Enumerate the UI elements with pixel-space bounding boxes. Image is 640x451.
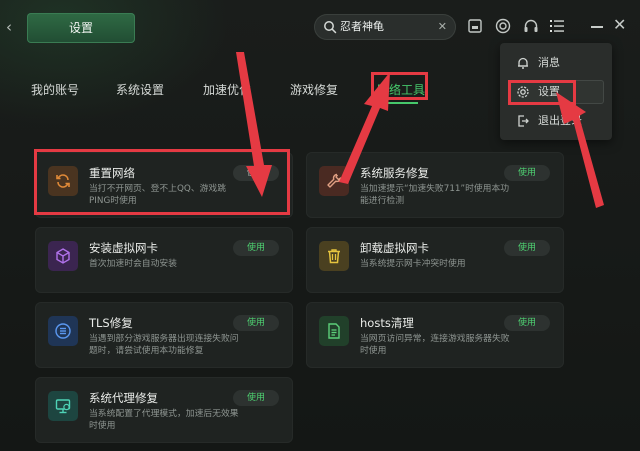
screen-icon[interactable] — [466, 17, 484, 35]
menu-item-label: 退出登录 — [538, 114, 582, 127]
monitor-icon — [48, 391, 78, 421]
tab-game-repair[interactable]: 游戏修复 — [290, 82, 338, 98]
menu-item-logout[interactable]: 退出登录 — [508, 109, 604, 133]
tab-system-settings[interactable]: 系统设置 — [116, 82, 164, 98]
back-button[interactable]: ‹ — [6, 19, 20, 35]
annotation-box-reset-network — [34, 149, 290, 215]
card-description: 当系统提示网卡冲突时使用 — [360, 259, 466, 269]
card-title: TLS修复 — [89, 316, 133, 330]
use-button[interactable]: 使用 — [233, 240, 279, 256]
logout-icon — [518, 115, 529, 127]
search-input[interactable]: 忍者神龟 — [340, 14, 384, 40]
menu-item-label: 消息 — [538, 56, 560, 69]
target-icon[interactable] — [494, 17, 512, 35]
card-hosts-cleanup: hosts清理 当网页访问异常，连接游戏服务器失败时使用 使用 — [306, 302, 564, 368]
card-title: 系统代理修复 — [89, 391, 158, 405]
active-tab-underline — [388, 102, 418, 104]
annotation-box-settings-menu — [508, 80, 576, 105]
card-title: hosts清理 — [360, 316, 414, 330]
card-title: 卸载虚拟网卡 — [360, 241, 429, 255]
tab-my-account[interactable]: 我的账号 — [31, 82, 79, 98]
card-description: 当遇到部分游戏服务器出现连接失败问题时，请尝试使用本功能修复 — [89, 334, 239, 356]
headset-icon[interactable] — [522, 17, 540, 35]
annotation-box-network-tools — [371, 72, 428, 100]
card-install-virtual-nic: 安装虚拟网卡 首次加速时会自动安装 使用 — [35, 227, 293, 293]
clear-search-icon[interactable]: ✕ — [438, 14, 447, 40]
trash-icon — [319, 241, 349, 271]
bell-icon — [518, 57, 528, 69]
tab-acceleration-optimization[interactable]: 加速优化 — [203, 82, 251, 98]
use-button[interactable]: 使用 — [504, 315, 550, 331]
cube-icon — [48, 241, 78, 271]
card-description: 首次加速时会自动安装 — [89, 259, 177, 269]
window-title-tab: 设置 — [27, 13, 135, 43]
document-icon — [319, 316, 349, 346]
close-icon[interactable]: ✕ — [613, 16, 629, 34]
card-title: 系统服务修复 — [360, 166, 429, 180]
card-description: 当系统配置了代理模式，加速后无效果时使用 — [89, 409, 239, 431]
card-system-service-repair: 系统服务修复 当加速提示“加速失败711”时使用本功能进行检测 使用 — [306, 152, 564, 218]
minimize-icon[interactable] — [591, 26, 603, 28]
card-title: 安装虚拟网卡 — [89, 241, 158, 255]
use-button[interactable]: 使用 — [504, 165, 550, 181]
menu-item-messages[interactable]: 消息 — [508, 51, 604, 75]
card-tls-repair: TLS修复 当遇到部分游戏服务器出现连接失败问题时，请尝试使用本功能修复 使用 — [35, 302, 293, 368]
use-button[interactable]: 使用 — [504, 240, 550, 256]
search-icon — [324, 21, 337, 34]
use-button[interactable]: 使用 — [233, 315, 279, 331]
card-uninstall-virtual-nic: 卸载虚拟网卡 当系统提示网卡冲突时使用 使用 — [306, 227, 564, 293]
search-box[interactable]: 忍者神龟 ✕ — [314, 14, 456, 40]
list-icon — [48, 316, 78, 346]
use-button[interactable]: 使用 — [233, 390, 279, 406]
card-description: 当网页访问异常，连接游戏服务器失败时使用 — [360, 334, 510, 356]
wrench-icon — [319, 166, 349, 196]
menu-list-icon[interactable] — [548, 17, 566, 35]
card-description: 当加速提示“加速失败711”时使用本功能进行检测 — [360, 184, 510, 206]
card-system-proxy-repair: 系统代理修复 当系统配置了代理模式，加速后无效果时使用 使用 — [35, 377, 293, 443]
